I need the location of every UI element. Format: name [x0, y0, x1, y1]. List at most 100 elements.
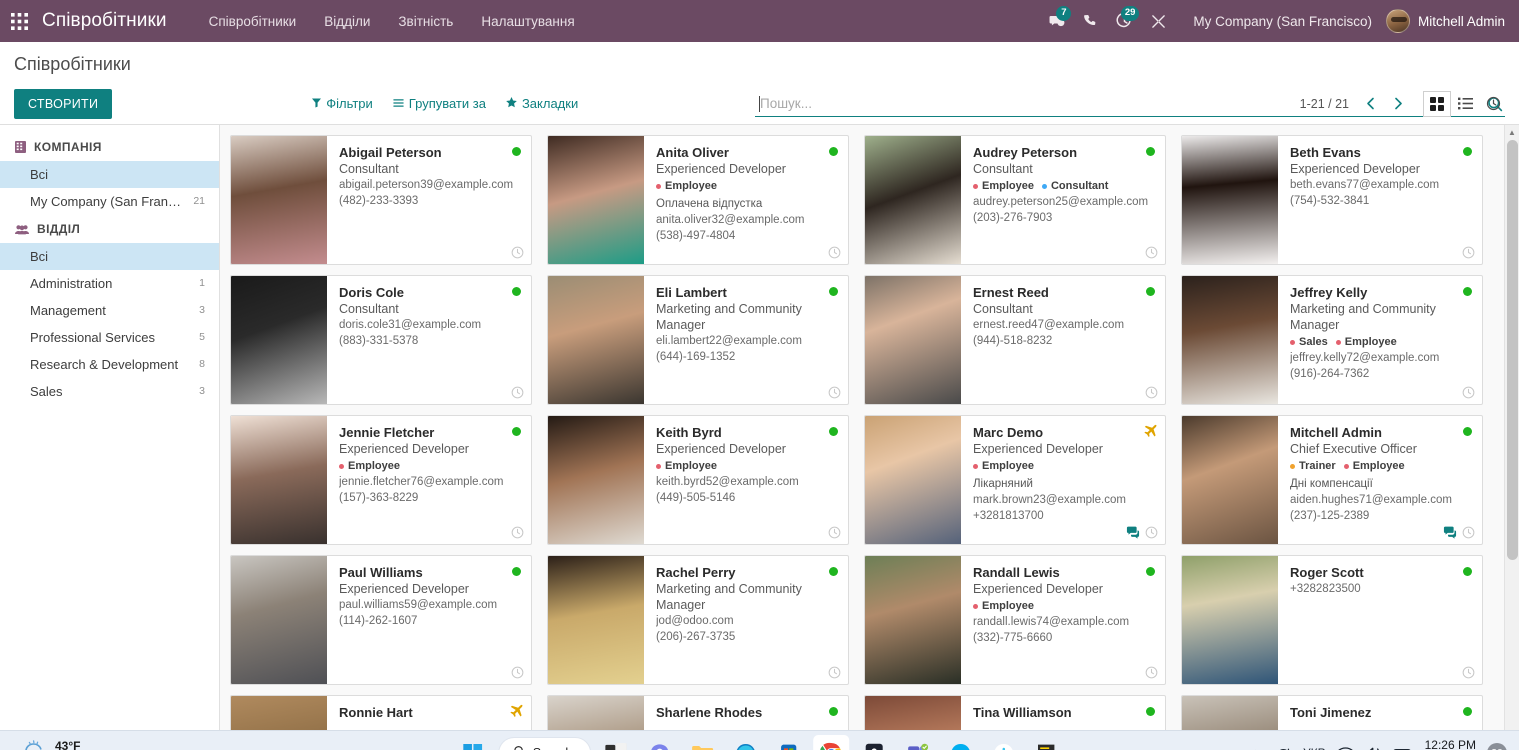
company-selector[interactable]: My Company (San Francisco) — [1175, 14, 1386, 29]
employee-card[interactable]: Audrey Peterson Consultant Employee Consult… — [864, 135, 1166, 265]
employee-email[interactable]: abigail.peterson39@example.com — [339, 177, 521, 193]
create-button[interactable]: СТВОРИТИ — [14, 88, 113, 119]
employee-email[interactable]: paul.williams59@example.com — [339, 597, 521, 613]
menu-item-configuration[interactable]: Налаштування — [467, 2, 588, 41]
employee-card[interactable]: Beth Evans Experienced Developer beth.evan… — [1181, 135, 1483, 265]
clock-icon[interactable] — [1462, 246, 1475, 259]
teams-chat-icon[interactable] — [641, 735, 677, 750]
employee-card[interactable]: Randall Lewis Experienced Developer Employ… — [864, 555, 1166, 685]
groupby-dropdown[interactable]: Групувати за — [383, 92, 496, 115]
clock-icon[interactable] — [511, 386, 524, 399]
chat-bubble-icon[interactable] — [1126, 526, 1140, 539]
microsoft-edge-icon[interactable] — [727, 735, 763, 750]
employee-email[interactable]: mark.brown23@example.com — [973, 492, 1155, 508]
employee-card[interactable]: Rachel Perry Marketing and Community Mana… — [547, 555, 849, 685]
pager-previous-button[interactable] — [1357, 91, 1383, 117]
employee-card[interactable]: Paul Williams Experienced Developer paul.w… — [230, 555, 532, 685]
employee-card[interactable]: Ronnie Hart — [230, 695, 532, 730]
employee-email[interactable]: jod@odoo.com — [656, 613, 838, 629]
employee-email[interactable]: aiden.hughes71@example.com — [1290, 492, 1472, 508]
employee-card[interactable]: Toni Jimenez — [1181, 695, 1483, 730]
employee-email[interactable]: anita.oliver32@example.com — [656, 212, 838, 228]
menu-item-reporting[interactable]: Звітність — [384, 2, 467, 41]
employee-phone[interactable]: +3281813700 — [973, 508, 1155, 524]
phone-icon[interactable] — [1073, 0, 1107, 42]
employee-email[interactable]: doris.cole31@example.com — [339, 317, 521, 333]
employee-email[interactable]: beth.evans77@example.com — [1290, 177, 1472, 193]
clock-icon[interactable] — [511, 666, 524, 679]
sidebar-item-management[interactable]: Management 3 — [0, 297, 219, 324]
kanban-view-button[interactable] — [1423, 90, 1451, 117]
file-explorer-icon[interactable] — [684, 735, 720, 750]
notification-count-badge[interactable]: 20 — [1487, 743, 1507, 750]
sticky-notes-icon[interactable] — [1028, 735, 1064, 750]
list-view-button[interactable] — [1451, 91, 1479, 117]
volume-icon[interactable] — [1365, 746, 1382, 750]
employee-phone[interactable]: (332)-775-6660 — [973, 630, 1155, 646]
employee-phone[interactable]: (916)-264-7362 — [1290, 366, 1472, 382]
employee-phone[interactable]: (237)-125-2389 — [1290, 508, 1472, 524]
employee-phone[interactable]: (206)-267-3735 — [656, 629, 838, 645]
employee-card[interactable]: Tina Williamson — [864, 695, 1166, 730]
activities-icon[interactable]: 29 — [1107, 0, 1141, 42]
vertical-scrollbar[interactable]: ▲ — [1504, 125, 1519, 730]
clock-icon[interactable] — [1462, 526, 1475, 539]
sidebar-item-department-all[interactable]: Всі — [0, 243, 219, 270]
employee-phone[interactable]: (482)-233-3393 — [339, 193, 521, 209]
employee-card[interactable]: Abigail Peterson Consultant abigail.peters… — [230, 135, 532, 265]
employee-card[interactable]: Jeffrey Kelly Marketing and Community Man… — [1181, 275, 1483, 405]
employee-phone[interactable]: (114)-262-1607 — [339, 613, 521, 629]
employee-card[interactable]: Marc Demo Experienced Developer Employee Лі… — [864, 415, 1166, 545]
slack-icon[interactable] — [985, 735, 1021, 750]
employee-phone[interactable]: +3282823500 — [1290, 581, 1472, 597]
sidebar-item-sales[interactable]: Sales 3 — [0, 378, 219, 405]
microsoft-store-icon[interactable] — [770, 735, 806, 750]
clock-icon[interactable] — [828, 386, 841, 399]
scroll-up-arrow[interactable]: ▲ — [1505, 125, 1519, 140]
employee-email[interactable]: eli.lambert22@example.com — [656, 333, 838, 349]
sidebar-item-professional-services[interactable]: Professional Services 5 — [0, 324, 219, 351]
employee-card[interactable]: Keith Byrd Experienced Developer Employee k… — [547, 415, 849, 545]
sublime-merge-icon[interactable] — [856, 735, 892, 750]
clock-icon[interactable] — [828, 246, 841, 259]
clock-icon[interactable] — [1145, 526, 1158, 539]
user-menu[interactable]: Mitchell Admin — [1385, 9, 1509, 33]
start-button-icon[interactable] — [455, 735, 491, 750]
clock-icon[interactable] — [1462, 666, 1475, 679]
scrollbar-thumb[interactable] — [1507, 140, 1518, 560]
employee-phone[interactable]: (538)-497-4804 — [656, 228, 838, 244]
wifi-icon[interactable] — [1337, 746, 1354, 750]
filters-dropdown[interactable]: Фільтри — [302, 92, 383, 115]
menu-item-departments[interactable]: Відділи — [310, 2, 384, 41]
skype-icon[interactable]: S — [942, 735, 978, 750]
microsoft-teams-icon[interactable]: T — [899, 735, 935, 750]
employee-email[interactable]: jeffrey.kelly72@example.com — [1290, 350, 1472, 366]
clock-icon[interactable] — [828, 666, 841, 679]
employee-phone[interactable]: (944)-518-8232 — [973, 333, 1155, 349]
weather-widget[interactable]: 43°F Raining now — [0, 739, 121, 750]
employee-phone[interactable]: (203)-276-7903 — [973, 210, 1155, 226]
employee-phone[interactable]: (754)-532-3841 — [1290, 193, 1472, 209]
employee-email[interactable]: audrey.peterson25@example.com — [973, 194, 1155, 210]
employee-card[interactable]: Mitchell Admin Chief Executive Officer Tra… — [1181, 415, 1483, 545]
employee-card[interactable]: Roger Scott +3282823500 — [1181, 555, 1483, 685]
clock-icon[interactable] — [1145, 246, 1158, 259]
employee-phone[interactable]: (157)-363-8229 — [339, 490, 521, 506]
clock-icon[interactable] — [1462, 386, 1475, 399]
employee-email[interactable]: jennie.fletcher76@example.com — [339, 474, 521, 490]
employee-card[interactable]: Sharlene Rhodes — [547, 695, 849, 730]
employee-card[interactable]: Anita Oliver Experienced Developer Employe… — [547, 135, 849, 265]
app-brand-title[interactable]: Співробітники — [38, 10, 173, 32]
clock-icon[interactable] — [511, 246, 524, 259]
sidebar-item-company-all[interactable]: Всі — [0, 161, 219, 188]
messages-icon[interactable]: 7 — [1039, 0, 1073, 42]
employee-card[interactable]: Doris Cole Consultant doris.cole31@example… — [230, 275, 532, 405]
menu-item-employees[interactable]: Співробітники — [195, 2, 311, 41]
clock-icon[interactable] — [828, 526, 841, 539]
pager-next-button[interactable] — [1385, 91, 1411, 117]
sidebar-item-administration[interactable]: Administration 1 — [0, 270, 219, 297]
employee-phone[interactable]: (883)-331-5378 — [339, 333, 521, 349]
developer-tools-icon[interactable] — [1141, 0, 1175, 42]
onedrive-sync-icon[interactable] — [1273, 745, 1292, 750]
language-indicator[interactable]: УКР — [1303, 746, 1326, 750]
